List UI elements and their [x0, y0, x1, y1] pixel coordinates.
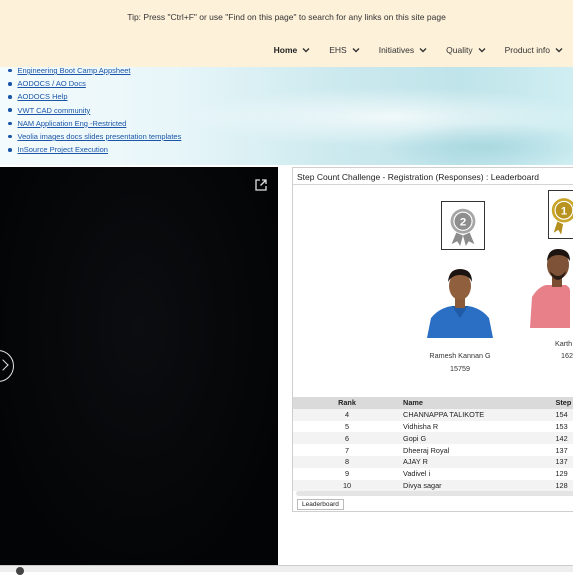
name-cell: Divya sagar [401, 481, 543, 490]
list-item: Veolia images docs slides presentation t… [8, 130, 181, 143]
chevron-down-icon [477, 45, 487, 55]
table-row: 10 Divya sagar 128 [293, 480, 573, 492]
chevron-down-icon [351, 45, 361, 55]
table-row: 4 CHANNAPPA TALIKOTE 154 [293, 409, 573, 421]
nav-label: Home [274, 45, 298, 55]
table-row: 6 Gopi G 142 [293, 432, 573, 444]
column-header-name: Name [401, 398, 543, 407]
column-header-steps: Step F [544, 398, 573, 407]
silver-medal-icon: 2 [441, 201, 485, 250]
second-place-steps: 15759 [421, 364, 499, 373]
link-veolia-templates[interactable]: Veolia images docs slides presentation t… [18, 130, 182, 143]
table-row: 5 Vidhisha R 153 [293, 421, 573, 433]
links-section: Engineering Boot Camp Appsheet AODOCS / … [0, 67, 573, 165]
horizontal-scrollbar[interactable] [296, 491, 573, 496]
avatar [530, 245, 570, 328]
link-vwt-cad-community[interactable]: VWT CAD community [18, 104, 91, 117]
main-nav: Home EHS Initiatives Quality Product inf… [265, 45, 573, 55]
steps-cell: 153 [544, 422, 573, 431]
name-cell: Dheeraj Royal [401, 446, 543, 455]
leaderboard-table: Rank Name Step F 4 CHANNAPPA TALIKOTE 15… [293, 397, 573, 491]
top-banner: Tip: Press "Ctrl+F" or use "Find on this… [0, 0, 573, 67]
bullet-icon [8, 135, 12, 139]
table-row: 7 Dheeraj Royal 137 [293, 444, 573, 456]
nav-item-home[interactable]: Home [265, 45, 321, 55]
medal-rank-label: 1 [561, 206, 567, 218]
second-place-name: Ramesh Kannan G [421, 351, 499, 360]
list-item: Engineering Boot Camp Appsheet [8, 67, 181, 77]
sheet-title: Step Count Challenge - Registration (Res… [297, 172, 539, 182]
steps-cell: 154 [544, 410, 573, 419]
rank-cell: 6 [293, 434, 401, 443]
list-item: AODOCS Help [8, 90, 181, 103]
nav-item-ehs[interactable]: EHS [320, 45, 369, 55]
rank-cell: 10 [293, 481, 401, 490]
bullet-icon [8, 82, 12, 86]
bullet-icon [8, 148, 12, 152]
link-insource-project-execution[interactable]: InSource Project Execution [18, 143, 108, 156]
table-header: Rank Name Step F [293, 397, 573, 409]
nav-label: Initiatives [379, 45, 414, 55]
steps-cell: 129 [544, 469, 573, 478]
name-cell: CHANNAPPA TALIKOTE [401, 410, 543, 419]
name-cell: Vadivel i [401, 469, 543, 478]
link-list: Engineering Boot Camp Appsheet AODOCS / … [8, 67, 181, 156]
bottom-toolbar [0, 565, 573, 572]
bullet-icon [8, 122, 12, 126]
rank-cell: 5 [293, 422, 401, 431]
divider [293, 184, 573, 185]
chevron-down-icon [301, 45, 311, 55]
search-tip: Tip: Press "Ctrl+F" or use "Find on this… [0, 12, 573, 22]
steps-cell: 128 [544, 481, 573, 490]
chevron-down-icon [418, 45, 428, 55]
rank-cell: 4 [293, 410, 401, 419]
name-cell: Gopi G [401, 434, 543, 443]
list-item: NAM Application Eng -Restricted [8, 117, 181, 130]
rank-cell: 8 [293, 457, 401, 466]
nav-label: EHS [329, 45, 346, 55]
table-row: 8 AJAY R 137 [293, 456, 573, 468]
bullet-icon [8, 108, 12, 112]
column-header-rank: Rank [293, 398, 401, 407]
link-aodocs-help[interactable]: AODOCS Help [18, 90, 68, 103]
link-engineering-boot-camp[interactable]: Engineering Boot Camp Appsheet [18, 67, 131, 77]
circle-icon[interactable] [16, 567, 24, 575]
table-row: 9 Vadivel i 129 [293, 468, 573, 480]
chevron-down-icon [554, 45, 564, 55]
medal-rank-label: 2 [460, 217, 466, 229]
list-item: InSource Project Execution [8, 143, 181, 156]
rank-cell: 9 [293, 469, 401, 478]
nav-item-product-info[interactable]: Product info [496, 45, 573, 55]
steps-cell: 137 [544, 457, 573, 466]
avatar [427, 260, 493, 338]
steps-cell: 137 [544, 446, 573, 455]
nav-label: Product info [505, 45, 550, 55]
gold-medal-icon: 1 [548, 190, 573, 239]
tab-leaderboard[interactable]: Leaderboard [297, 499, 344, 510]
first-place-steps: 162 [561, 351, 573, 360]
nav-item-initiatives[interactable]: Initiatives [370, 45, 437, 55]
list-item: AODOCS / AO Docs [8, 77, 181, 90]
link-nam-application-eng[interactable]: NAM Application Eng -Restricted [18, 117, 127, 130]
chevron-circle-icon[interactable] [0, 350, 14, 382]
leaderboard-sheet: Step Count Challenge - Registration (Res… [292, 167, 573, 512]
link-aodocs[interactable]: AODOCS / AO Docs [18, 77, 86, 90]
rank-cell: 7 [293, 446, 401, 455]
video-embed[interactable] [0, 167, 278, 565]
bullet-icon [8, 95, 12, 99]
open-in-new-icon[interactable] [254, 178, 268, 192]
first-place-name: Karth [555, 339, 573, 348]
steps-cell: 142 [544, 434, 573, 443]
name-cell: AJAY R [401, 457, 543, 466]
nav-label: Quality [446, 45, 472, 55]
nav-item-quality[interactable]: Quality [437, 45, 495, 55]
list-item: VWT CAD community [8, 104, 181, 117]
bullet-icon [8, 69, 12, 73]
name-cell: Vidhisha R [401, 422, 543, 431]
